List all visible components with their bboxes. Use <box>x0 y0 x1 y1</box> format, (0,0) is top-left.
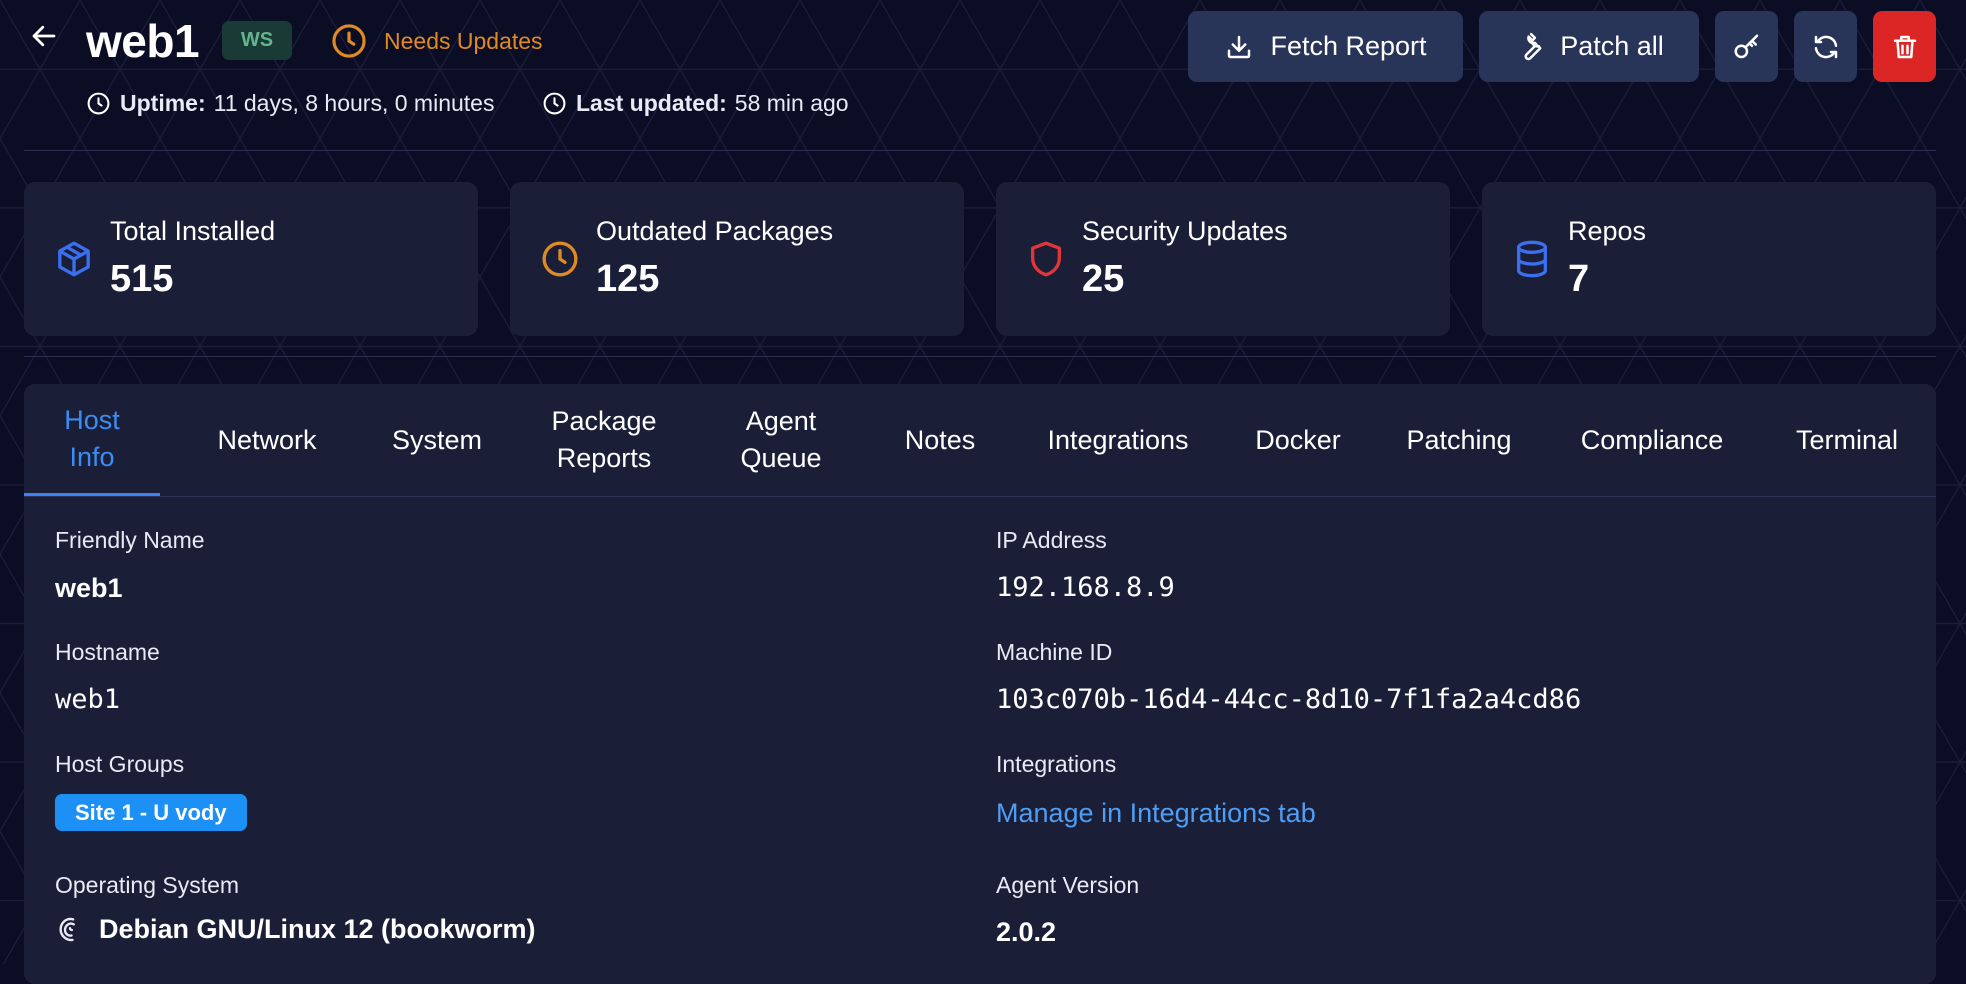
uptime: Uptime: 11 days, 8 hours, 0 minutes <box>86 88 494 118</box>
stat-label: Repos <box>1568 216 1647 246</box>
integrations-label: Integrations <box>996 751 1117 777</box>
key-icon <box>1732 32 1762 62</box>
ip-address-label: IP Address <box>996 527 1107 553</box>
last-updated-value: 58 min ago <box>734 90 849 116</box>
tab-agent-queue[interactable]: Agent Queue <box>716 384 846 496</box>
host-groups-label: Host Groups <box>55 751 185 777</box>
page-title: web1 <box>86 15 200 67</box>
tab-patching[interactable]: Patching <box>1384 384 1534 496</box>
stat-card-repos: Repos 7 <box>1482 182 1936 336</box>
machine-id-label: Machine ID <box>996 639 1113 665</box>
agent-version-label: Agent Version <box>996 872 1140 898</box>
ip-address-value: 192.168.8.9 <box>996 572 1175 603</box>
stat-card-security-updates: Security Updates 25 <box>996 182 1450 336</box>
fetch-report-label: Fetch Report <box>1270 31 1427 61</box>
back-button[interactable] <box>24 20 64 56</box>
status-label: Needs Updates <box>384 28 543 54</box>
header-divider <box>24 150 1936 151</box>
credentials-button[interactable] <box>1715 11 1778 82</box>
operating-system-value: Debian GNU/Linux 12 (bookworm) <box>99 914 536 944</box>
database-icon <box>1512 239 1552 284</box>
tab-terminal[interactable]: Terminal <box>1772 384 1922 496</box>
download-icon <box>1224 32 1254 62</box>
package-icon <box>54 239 94 284</box>
stat-label: Total Installed <box>110 216 276 246</box>
arrow-left-icon <box>29 21 59 56</box>
fetch-report-button[interactable]: Fetch Report <box>1188 11 1463 82</box>
last-updated-label: Last updated: <box>576 90 727 116</box>
last-updated: Last updated: 58 min ago <box>542 88 849 118</box>
stat-value: 7 <box>1568 258 1590 300</box>
machine-id-value: 103c070b-16d4-44cc-8d10-7f1fa2a4cd86 <box>996 684 1582 715</box>
patch-all-label: Patch all <box>1560 31 1664 61</box>
agent-version-value: 2.0.2 <box>996 917 1057 947</box>
shield-icon <box>1026 239 1066 284</box>
stat-label: Outdated Packages <box>596 216 834 246</box>
hostname-value: web1 <box>55 684 121 715</box>
stat-card-outdated-packages: Outdated Packages 125 <box>510 182 964 336</box>
clock-icon <box>540 239 580 284</box>
host-details-panel: Host Info Network System Package Reports… <box>24 384 1936 984</box>
friendly-name-value[interactable]: web1 <box>55 571 123 605</box>
manage-integrations-link[interactable]: Manage in Integrations tab <box>996 796 1316 830</box>
stat-value: 515 <box>110 258 174 300</box>
tab-network[interactable]: Network <box>184 384 350 496</box>
stat-value: 125 <box>596 258 660 300</box>
tab-host-info[interactable]: Host Info <box>24 384 160 496</box>
os-badge: WS <box>222 21 292 60</box>
hostname-label: Hostname <box>55 639 160 665</box>
tab-package-reports[interactable]: Package Reports <box>524 384 684 496</box>
operating-system: Debian GNU/Linux 12 (bookworm) <box>55 914 536 945</box>
patch-all-button[interactable]: Patch all <box>1479 11 1699 82</box>
friendly-name-label: Friendly Name <box>55 527 205 553</box>
trash-icon <box>1890 32 1920 62</box>
clock-icon <box>330 22 368 65</box>
host-group-badge[interactable]: Site 1 - U vody <box>55 794 247 831</box>
tab-notes[interactable]: Notes <box>880 384 1000 496</box>
tab-system[interactable]: System <box>362 384 512 496</box>
clock-icon <box>86 91 111 116</box>
stat-value: 25 <box>1082 258 1125 300</box>
wrench-icon <box>1514 32 1544 62</box>
refresh-icon <box>1811 32 1841 62</box>
tab-integrations[interactable]: Integrations <box>1024 384 1212 496</box>
uptime-label: Uptime: <box>120 90 206 116</box>
section-divider <box>24 356 1936 357</box>
tab-bar: Host Info Network System Package Reports… <box>24 384 1936 497</box>
uptime-value: 11 days, 8 hours, 0 minutes <box>213 90 495 116</box>
stat-card-total-installed: Total Installed 515 <box>24 182 478 336</box>
delete-host-button[interactable] <box>1873 11 1936 82</box>
operating-system-label: Operating System <box>55 872 240 898</box>
tab-docker[interactable]: Docker <box>1234 384 1362 496</box>
tab-compliance[interactable]: Compliance <box>1554 384 1750 496</box>
clock-icon <box>542 91 567 116</box>
debian-icon <box>55 915 85 945</box>
stat-label: Security Updates <box>1082 216 1288 246</box>
refresh-button[interactable] <box>1794 11 1857 82</box>
